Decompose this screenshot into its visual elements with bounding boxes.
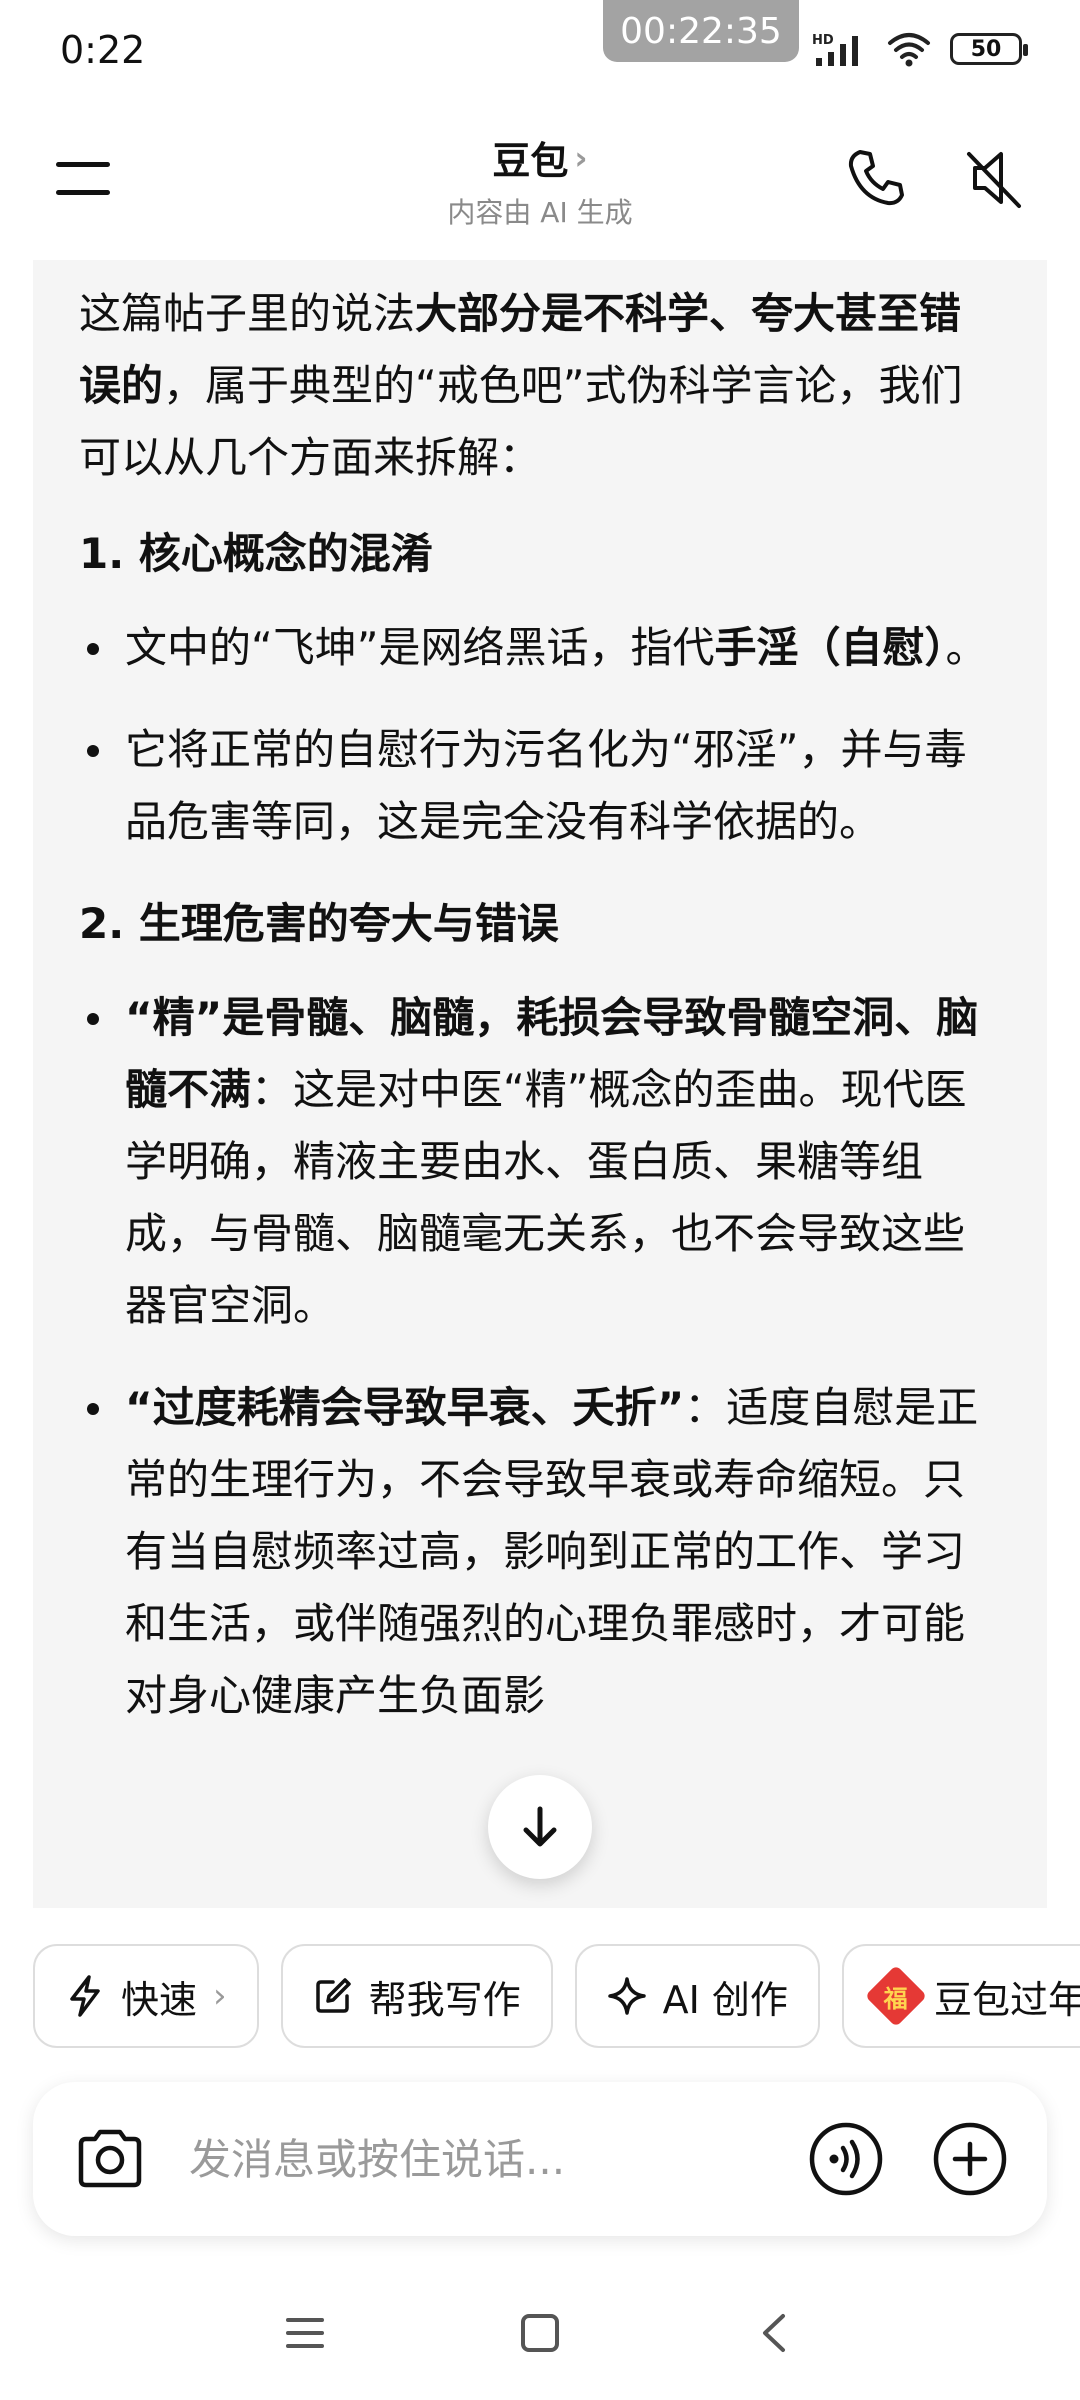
section-list: “精”是骨髓、脑髓，耗损会导致骨髓空洞、脑髓不满：这是对中医“精”概念的歪曲。现…	[79, 982, 1001, 1732]
message-composer	[33, 2082, 1047, 2236]
chat-title: 豆包	[492, 139, 569, 183]
recent-apps-button[interactable]	[280, 2308, 330, 2358]
list-item-text: ：适度自慰是正常的生理行为，不会导致早衰或寿命缩短。只有当自慰频率过高，影响到正…	[125, 1383, 979, 1720]
network-type-label: HD	[812, 33, 834, 48]
battery-level: 50	[970, 36, 1002, 62]
chip-label: 豆包过年	[933, 1977, 1080, 2022]
voice-wave-icon	[809, 2122, 883, 2196]
chat-title-block[interactable]: 豆包 › 内容由 AI 生成	[0, 130, 1080, 231]
battery-icon: 50	[950, 33, 1028, 65]
chip-label: 快速	[121, 1977, 198, 2022]
list-item: 文中的“飞坤”是网络黑话，指代手淫（自慰）。	[79, 612, 1001, 684]
intro-text: 这篇帖子里的说法	[79, 289, 416, 338]
cellular-signal-icon: HD	[812, 33, 858, 66]
fu-icon-text: 福	[883, 1984, 908, 2013]
call-button[interactable]	[840, 142, 912, 214]
chip-help-write[interactable]: 帮我写作	[280, 1944, 553, 2048]
edit-icon	[315, 1978, 351, 2013]
scroll-to-bottom-button[interactable]	[488, 1775, 592, 1879]
chip-label: AI 创作	[662, 1977, 788, 2022]
system-navigation-bar	[0, 2280, 1080, 2400]
list-item: 它将正常的自慰行为污名化为“邪淫”，并与毒品危害等同，这是完全没有科学依据的。	[79, 714, 1001, 858]
home-button[interactable]	[515, 2308, 565, 2358]
sparkle-icon	[607, 1977, 646, 2015]
intro-paragraph: 这篇帖子里的说法大部分是不科学、夸大甚至错误的，属于典型的“戒色吧”式伪科学言论…	[79, 278, 1001, 494]
status-time: 0:22	[60, 28, 146, 72]
camera-button[interactable]	[71, 2120, 149, 2198]
fu-icon: 福	[864, 1964, 928, 2028]
plus-icon	[933, 2122, 1007, 2196]
back-button[interactable]	[750, 2308, 800, 2358]
lightning-icon	[70, 1975, 100, 2017]
camera-icon	[78, 2129, 142, 2188]
chip-ai-create[interactable]: AI 创作	[574, 1944, 820, 2048]
chevron-left-icon	[763, 2314, 785, 2352]
intro-text-2: ，属于典型的“戒色吧”式伪科学言论，我们可以从几个方面来拆解：	[79, 361, 963, 482]
arrow-down-icon	[523, 1806, 557, 1847]
chip-label: 帮我写作	[368, 1977, 521, 2022]
list-item: “过度耗精会导致早衰、夭折”：适度自慰是正常的生理行为，不会导致早衰或寿命缩短。…	[79, 1372, 1001, 1732]
list-item-text: ：这是对中医“精”概念的歪曲。现代医学明确，精液主要由水、蛋白质、果糖等组成，与…	[125, 1065, 967, 1330]
menu-lines-icon	[286, 2318, 324, 2348]
section-heading: 1. 核心概念的混淆	[79, 529, 433, 578]
list-item-bold: 手淫（自慰）	[714, 623, 946, 672]
ai-generated-notice: 内容由 AI 生成	[447, 196, 633, 229]
wifi-icon	[888, 33, 930, 67]
list-item-text: 它将正常的自慰行为污名化为“邪淫”，并与毒品危害等同，这是完全没有科学依据的。	[125, 725, 967, 846]
voice-call-button[interactable]	[807, 2120, 885, 2198]
speaker-muted-icon	[967, 152, 1021, 208]
status-bar: 0:22 00:22:35 HD 50	[0, 0, 1080, 110]
chip-quick-mode[interactable]: 快速 ›	[33, 1944, 259, 2048]
square-home-icon	[521, 2314, 559, 2352]
ai-response-card[interactable]: 这篇帖子里的说法大部分是不科学、夸大甚至错误的，属于典型的“戒色吧”式伪科学言论…	[33, 260, 1047, 1908]
phone-icon	[848, 150, 904, 206]
mute-speaker-button[interactable]	[957, 142, 1029, 214]
chevron-right-icon: ›	[213, 1976, 227, 2016]
list-item-text-2: 。	[945, 623, 988, 672]
list-item-text: 文中的“飞坤”是网络黑话，指代	[125, 623, 715, 672]
section-heading: 2. 生理危害的夸大与错误	[79, 899, 559, 948]
quick-actions: 快速 › 帮我写作 AI 创作 福 豆包过年	[33, 1944, 1080, 2048]
message-input[interactable]	[187, 2128, 787, 2190]
more-options-button[interactable]	[931, 2120, 1009, 2198]
list-item-bold: “过度耗精会导致早衰、夭折”	[125, 1383, 685, 1432]
chat-header: 豆包 › 内容由 AI 生成	[0, 110, 1080, 260]
status-icons: HD 50	[812, 30, 1028, 68]
recording-timer[interactable]: 00:22:35	[603, 0, 799, 62]
chip-new-year[interactable]: 福 豆包过年	[841, 1944, 1080, 2048]
section-list: 文中的“飞坤”是网络黑话，指代手淫（自慰）。 它将正常的自慰行为污名化为“邪淫”…	[79, 612, 1001, 858]
chevron-right-icon: ›	[574, 138, 588, 177]
list-item: “精”是骨髓、脑髓，耗损会导致骨髓空洞、脑髓不满：这是对中医“精”概念的歪曲。现…	[79, 982, 1001, 1342]
